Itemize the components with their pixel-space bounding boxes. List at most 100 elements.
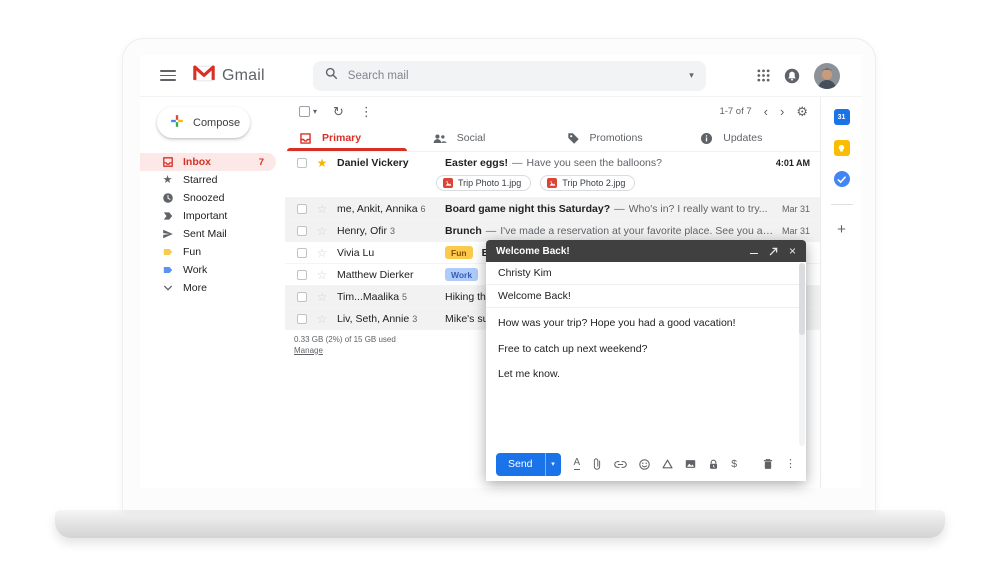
send-money-icon[interactable]: $ — [731, 458, 737, 470]
sidebar-item-fun[interactable]: Fun — [140, 243, 276, 261]
star-icon[interactable]: ☆ — [315, 313, 329, 325]
email-checkbox[interactable] — [297, 248, 307, 258]
tag-icon — [567, 132, 580, 145]
star-icon[interactable]: ☆ — [315, 225, 329, 237]
search-options-icon[interactable]: ▾ — [689, 70, 694, 81]
main-menu-icon[interactable] — [160, 70, 176, 81]
star-icon[interactable]: ☆ — [315, 291, 329, 303]
confidential-mode-icon[interactable] — [708, 459, 719, 470]
attachment-chip[interactable]: Trip Photo 1.jpg — [436, 175, 531, 191]
sidebar-item-inbox[interactable]: Inbox 7 — [140, 153, 276, 171]
list-toolbar: ▾ ↻ ⋮ 1-7 of 7 ‹ › ⚙ — [285, 97, 820, 125]
email-checkbox[interactable] — [297, 204, 307, 214]
close-icon[interactable]: × — [789, 245, 796, 257]
email-time: 4:01 AM — [776, 158, 810, 168]
subject-text: Welcome Back! — [498, 290, 571, 302]
email-snippet: Who's in? I really want to try... — [629, 203, 768, 215]
recipient-name: Christy Kim — [498, 267, 552, 279]
email-checkbox[interactable] — [297, 270, 307, 280]
scrollbar-thumb[interactable] — [799, 263, 805, 335]
more-vert-icon[interactable]: ⋮ — [360, 105, 373, 118]
select-dropdown-icon[interactable]: ▾ — [313, 107, 317, 116]
email-row[interactable]: ☆ me, Ankit, Annika6 Board game night th… — [285, 198, 820, 220]
tab-primary[interactable]: Primary — [285, 125, 419, 151]
compose-header[interactable]: Welcome Back! × — [486, 240, 806, 262]
formatting-options-icon[interactable]: A — [574, 458, 581, 470]
label-icon-yellow — [161, 246, 174, 258]
sidebar-item-more[interactable]: More — [140, 279, 276, 297]
email-checkbox[interactable] — [297, 314, 307, 324]
email-from: me, Ankit, Annika6 — [337, 203, 437, 215]
attach-file-icon[interactable] — [592, 458, 602, 470]
notifications-bell-icon[interactable] — [784, 68, 800, 84]
insert-photo-icon[interactable] — [685, 459, 696, 469]
email-row[interactable]: ☆ Henry, Ofir3 Brunch — I've made a rese… — [285, 220, 820, 242]
more-options-icon[interactable]: ⋮ — [785, 459, 796, 470]
attachment-chip[interactable]: Trip Photo 2.jpg — [540, 175, 635, 191]
info-icon — [700, 132, 713, 145]
email-from: Henry, Ofir3 — [337, 225, 437, 237]
star-icon[interactable]: ☆ — [315, 203, 329, 215]
sidebar-item-important[interactable]: Important — [140, 207, 276, 225]
clock-icon — [161, 192, 174, 204]
sidebar-item-starred[interactable]: ★ Starred — [140, 171, 276, 189]
sidebar-item-sent[interactable]: Sent Mail — [140, 225, 276, 243]
compose-scrollbar[interactable] — [799, 263, 805, 446]
email-checkbox[interactable] — [297, 226, 307, 236]
search-bar[interactable]: ▾ — [313, 61, 706, 91]
popout-icon[interactable] — [769, 247, 778, 256]
attachment-row: Trip Photo 1.jpg Trip Photo 2.jpg — [285, 174, 820, 197]
minimize-icon[interactable] — [750, 253, 758, 254]
email-from: Daniel Vickery — [337, 157, 437, 169]
select-all-checkbox[interactable] — [299, 106, 310, 117]
star-icon[interactable]: ☆ — [315, 269, 329, 281]
send-button[interactable]: Send — [496, 453, 545, 476]
email-row[interactable]: ★ Daniel Vickery Easter eggs! — Have you… — [285, 152, 820, 198]
drive-icon[interactable] — [662, 459, 673, 469]
keep-icon[interactable] — [834, 140, 850, 156]
avatar[interactable] — [814, 63, 840, 89]
email-subject: Board game night this Saturday? — [445, 203, 610, 215]
email-checkbox[interactable] — [297, 292, 307, 302]
apps-grid-icon[interactable] — [757, 69, 770, 82]
sidebar-item-work[interactable]: Work — [140, 261, 276, 279]
label-chip-work[interactable]: Work — [445, 268, 478, 281]
image-attachment-icon — [547, 178, 557, 188]
compose-window: Welcome Back! × Christy Kim Welcome Back… — [486, 240, 806, 481]
star-icon[interactable]: ☆ — [315, 247, 329, 259]
older-page-icon[interactable]: › — [780, 105, 784, 118]
inbox-count: 7 — [259, 157, 264, 168]
star-icon: ★ — [161, 175, 174, 186]
compose-body[interactable]: How was your trip? Hope you had a good v… — [486, 308, 806, 447]
refresh-icon[interactable]: ↻ — [333, 105, 344, 118]
sidebar-item-snoozed[interactable]: Snoozed — [140, 189, 276, 207]
tab-promotions[interactable]: Promotions — [553, 125, 687, 151]
discard-draft-icon[interactable] — [763, 458, 773, 470]
add-ons-plus-icon[interactable]: + — [837, 222, 846, 237]
laptop-base — [55, 509, 945, 538]
insert-link-icon[interactable] — [614, 460, 627, 469]
compose-button[interactable]: Compose — [157, 107, 250, 138]
email-time: Mar 31 — [782, 226, 810, 236]
newer-page-icon[interactable]: ‹ — [764, 105, 768, 118]
calendar-icon[interactable]: 31 — [834, 109, 850, 125]
settings-gear-icon[interactable]: ⚙ — [796, 105, 808, 118]
compose-to-field[interactable]: Christy Kim — [486, 262, 806, 285]
label-chip-fun[interactable]: Fun — [445, 246, 473, 259]
insert-emoji-icon[interactable] — [639, 459, 650, 470]
tab-social[interactable]: Social — [419, 125, 553, 151]
manage-storage-link[interactable]: Manage — [294, 346, 323, 355]
email-checkbox[interactable] — [297, 158, 307, 168]
compose-toolbar: Send ▾ A — [486, 447, 806, 481]
compose-subject-field[interactable]: Welcome Back! — [486, 285, 806, 308]
tasks-icon[interactable] — [834, 171, 850, 187]
search-input[interactable] — [348, 70, 689, 82]
people-icon — [433, 132, 447, 145]
star-icon[interactable]: ★ — [315, 157, 329, 169]
image-attachment-icon — [443, 178, 453, 188]
tab-updates[interactable]: Updates — [686, 125, 820, 151]
gmail-logo[interactable]: Gmail — [193, 65, 265, 87]
top-bar: Gmail ▾ — [140, 55, 862, 97]
email-subject: Easter eggs! — [445, 157, 508, 169]
send-options-icon[interactable]: ▾ — [545, 453, 561, 476]
